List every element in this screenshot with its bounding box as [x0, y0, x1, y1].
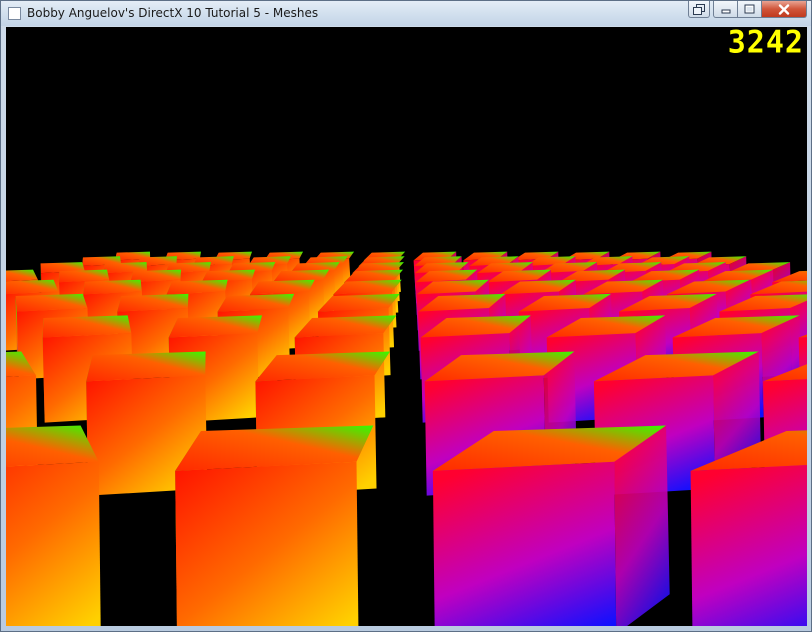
render-viewport[interactable]: 3242	[6, 27, 807, 626]
cube	[432, 425, 670, 626]
title-bar[interactable]: Bobby Anguelov's DirectX 10 Tutorial 5 -…	[1, 1, 811, 26]
minimize-icon	[721, 9, 730, 14]
cube	[6, 425, 101, 626]
cube-grid	[6, 251, 807, 626]
maximize-icon	[744, 4, 755, 14]
window-title: Bobby Anguelov's DirectX 10 Tutorial 5 -…	[27, 6, 319, 20]
maximize-button[interactable]	[737, 1, 762, 18]
close-icon	[778, 3, 790, 15]
restore-icon	[693, 3, 705, 15]
fps-counter: 3242	[727, 27, 804, 61]
cube-grid-scene	[6, 251, 807, 626]
minimize-button[interactable]	[713, 1, 738, 18]
close-button[interactable]	[761, 1, 807, 18]
cube	[175, 425, 374, 626]
app-icon[interactable]	[8, 7, 21, 20]
app-window: Bobby Anguelov's DirectX 10 Tutorial 5 -…	[0, 0, 812, 632]
restore-button[interactable]	[688, 1, 710, 18]
